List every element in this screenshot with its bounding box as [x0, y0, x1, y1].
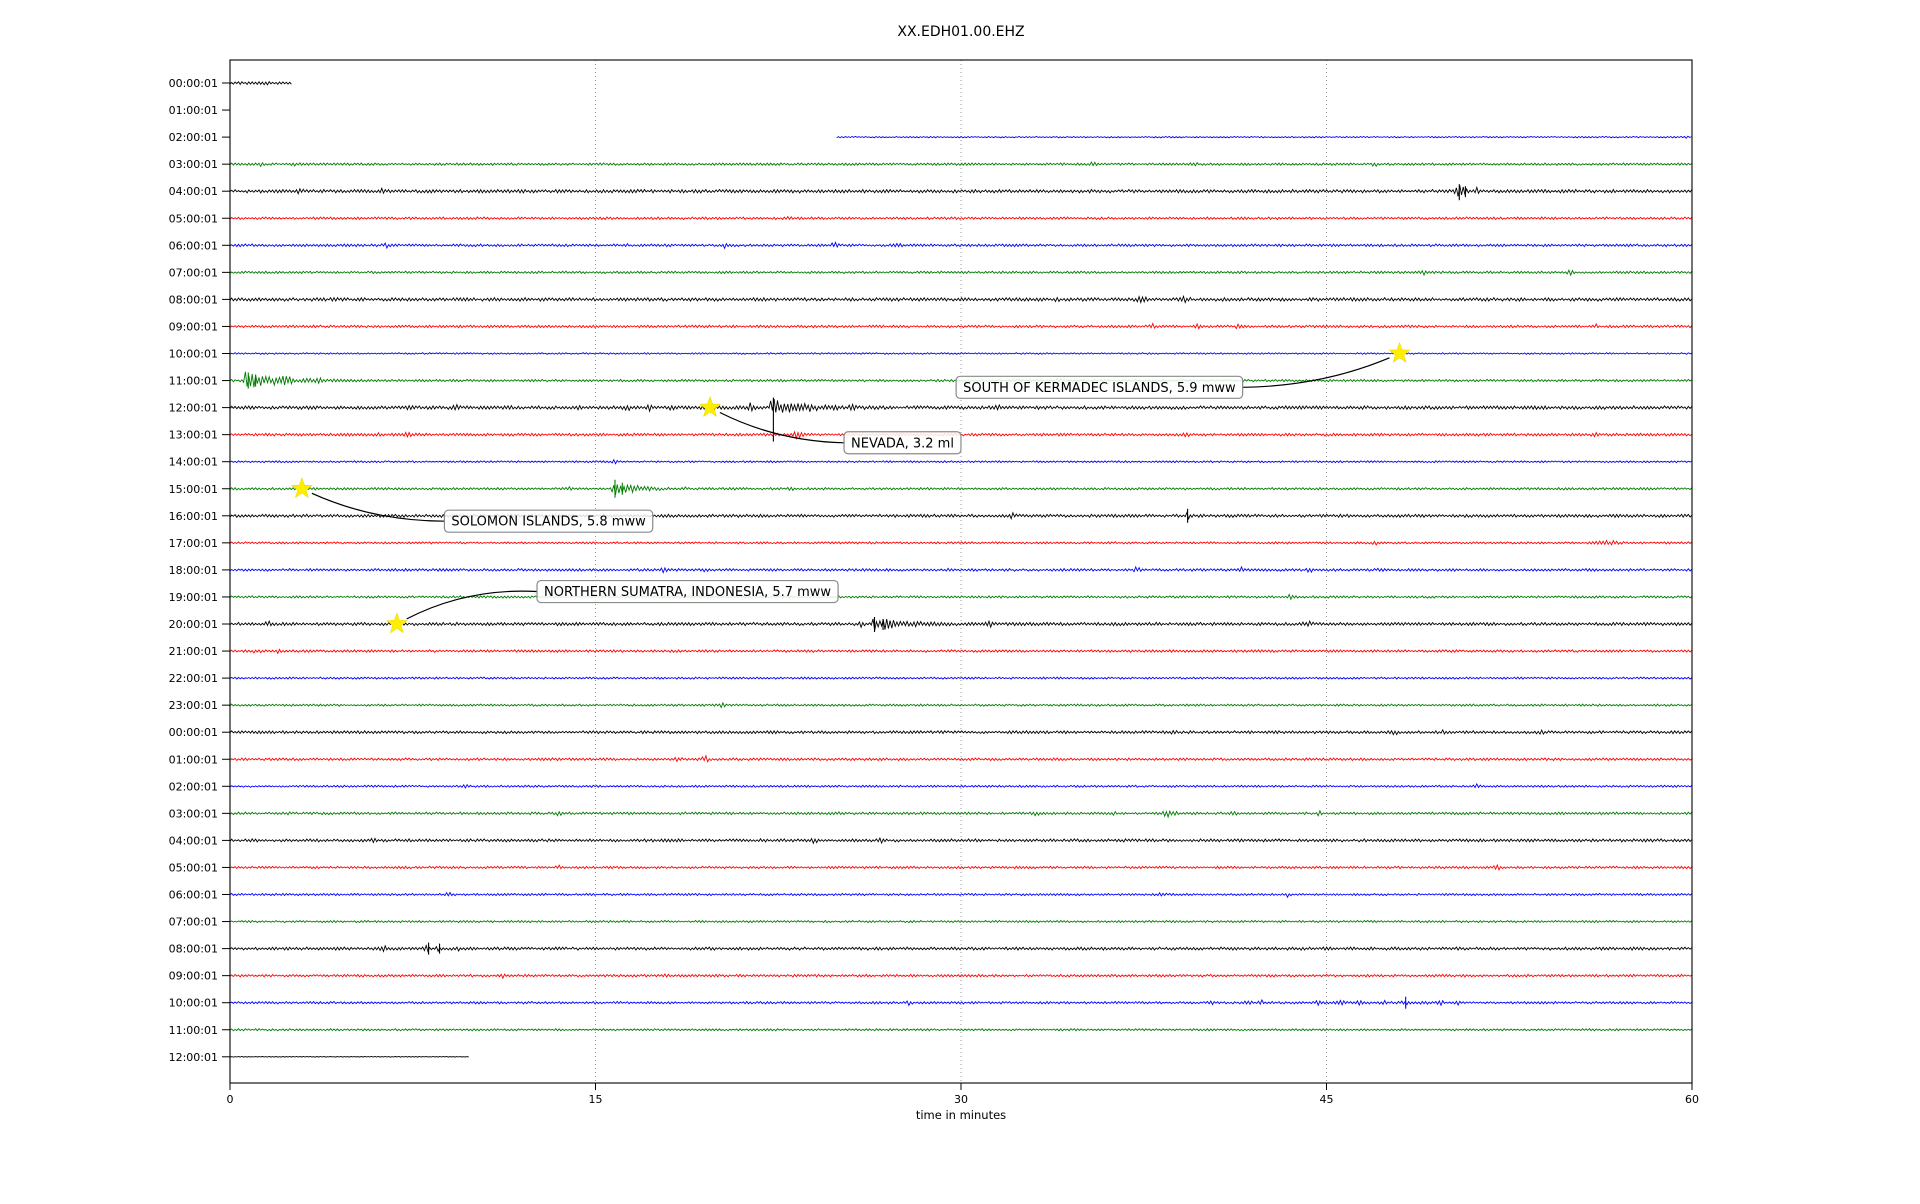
- trace-row-6: [229, 241, 1693, 250]
- row-label: 02:00:01: [169, 780, 218, 793]
- row-label: 17:00:01: [169, 537, 218, 550]
- row-label: 11:00:01: [169, 375, 218, 388]
- trace-row-2: [836, 135, 1692, 139]
- event-label: SOUTH OF KERMADEC ISLANDS, 5.9 mww: [963, 381, 1236, 396]
- row-label: 21:00:01: [169, 645, 218, 658]
- event-connector: [406, 590, 538, 620]
- row-label: 06:00:01: [169, 239, 218, 252]
- chart-title: XX.EDH01.00.EHZ: [897, 24, 1024, 40]
- row-label: 16:00:01: [169, 510, 218, 523]
- row-label: 08:00:01: [169, 943, 218, 956]
- row-label: 04:00:01: [169, 834, 218, 847]
- plot-frame: [229, 59, 1693, 1084]
- row-label: 02:00:01: [169, 131, 218, 144]
- row-label: 08:00:01: [169, 293, 218, 306]
- trace-row-29: [229, 863, 1693, 871]
- trace-row-18: [229, 565, 1693, 574]
- row-label: 20:00:01: [169, 618, 218, 631]
- trace-row-33: [229, 973, 1693, 980]
- event-star-icon: [698, 395, 722, 418]
- trace-row-23: [229, 701, 1693, 709]
- trace-row-19: [229, 593, 1693, 601]
- x-tick-label: 0: [227, 1093, 234, 1106]
- row-label: 11:00:01: [169, 1024, 218, 1037]
- row-label: 10:00:01: [169, 997, 218, 1010]
- event-star-icon: [290, 477, 314, 499]
- grid-layer: [595, 60, 1327, 1083]
- trace-row-24: [229, 728, 1693, 736]
- seismogram-dayplot: 00:00:01 01:00:01 02:00:01 03:00:01 04:00:01…: [169, 24, 1699, 1122]
- trace-row-0: [229, 80, 292, 86]
- row-label: 00:00:01: [169, 77, 218, 90]
- row-label: 01:00:01: [169, 753, 218, 766]
- x-axis-label: time in minutes: [916, 1108, 1006, 1122]
- axes-layer: [222, 59, 1693, 1090]
- row-label: 06:00:01: [169, 889, 218, 902]
- row-label: 10:00:01: [169, 348, 218, 361]
- x-tick-label: 15: [589, 1093, 603, 1106]
- trace-row-12: [229, 398, 1693, 413]
- row-label: 03:00:01: [169, 158, 218, 171]
- labels-layer: 00:00:01 01:00:01 02:00:01 03:00:01 04:00:01…: [169, 77, 1699, 1106]
- event-label: NORTHERN SUMATRA, INDONESIA, 5.7 mww: [544, 585, 831, 600]
- row-label: 00:00:01: [169, 726, 218, 739]
- trace-row-15: [229, 483, 1693, 495]
- row-label: 19:00:01: [169, 591, 218, 604]
- row-label: 05:00:01: [169, 861, 218, 874]
- trace-row-32: [229, 944, 1693, 953]
- row-label: 03:00:01: [169, 807, 218, 820]
- trace-row-28: [229, 836, 1693, 845]
- seismogram-figure: 00:00:01 01:00:01 02:00:01 03:00:01 04:00:01…: [0, 0, 1920, 1200]
- row-label: 12:00:01: [169, 402, 218, 415]
- row-label: 14:00:01: [169, 456, 218, 469]
- row-label: 13:00:01: [169, 429, 218, 442]
- event-connector: [1242, 357, 1390, 388]
- row-label: 01:00:01: [169, 104, 218, 117]
- trace-row-7: [229, 269, 1693, 277]
- row-label: 12:00:01: [169, 1051, 218, 1064]
- events-layer: SOUTH OF KERMADEC ISLANDS, 5.9 mww NEVADA…: [290, 341, 1411, 634]
- trace-row-3: [229, 161, 1693, 168]
- row-label: 18:00:01: [169, 564, 218, 577]
- trace-row-4: [229, 185, 1693, 197]
- trace-row-22: [229, 676, 1693, 680]
- row-label: 09:00:01: [169, 320, 218, 333]
- traces-layer: [229, 80, 1693, 1058]
- trace-row-36: [229, 1056, 469, 1058]
- event-connector: [719, 411, 845, 444]
- row-label: 15:00:01: [169, 483, 218, 496]
- x-tick-label: 60: [1685, 1093, 1699, 1106]
- row-label: 07:00:01: [169, 266, 218, 279]
- trace-row-10: [229, 352, 1693, 355]
- trace-row-35: [229, 1028, 1693, 1032]
- event-label: NEVADA, 3.2 ml: [851, 436, 954, 451]
- x-tick-label: 30: [954, 1093, 968, 1106]
- row-label: 04:00:01: [169, 185, 218, 198]
- trace-row-8: [229, 294, 1693, 304]
- row-label: 05:00:01: [169, 212, 218, 225]
- event-star-icon: [385, 612, 409, 634]
- event-star-icon: [1388, 341, 1411, 364]
- x-tick-label: 45: [1320, 1093, 1334, 1106]
- trace-row-5: [229, 215, 1693, 221]
- row-label: 23:00:01: [169, 699, 218, 712]
- row-label: 09:00:01: [169, 970, 218, 983]
- row-label: 22:00:01: [169, 672, 218, 685]
- event-label: SOLOMON ISLANDS, 5.8 mww: [451, 515, 646, 530]
- row-label: 07:00:01: [169, 916, 218, 929]
